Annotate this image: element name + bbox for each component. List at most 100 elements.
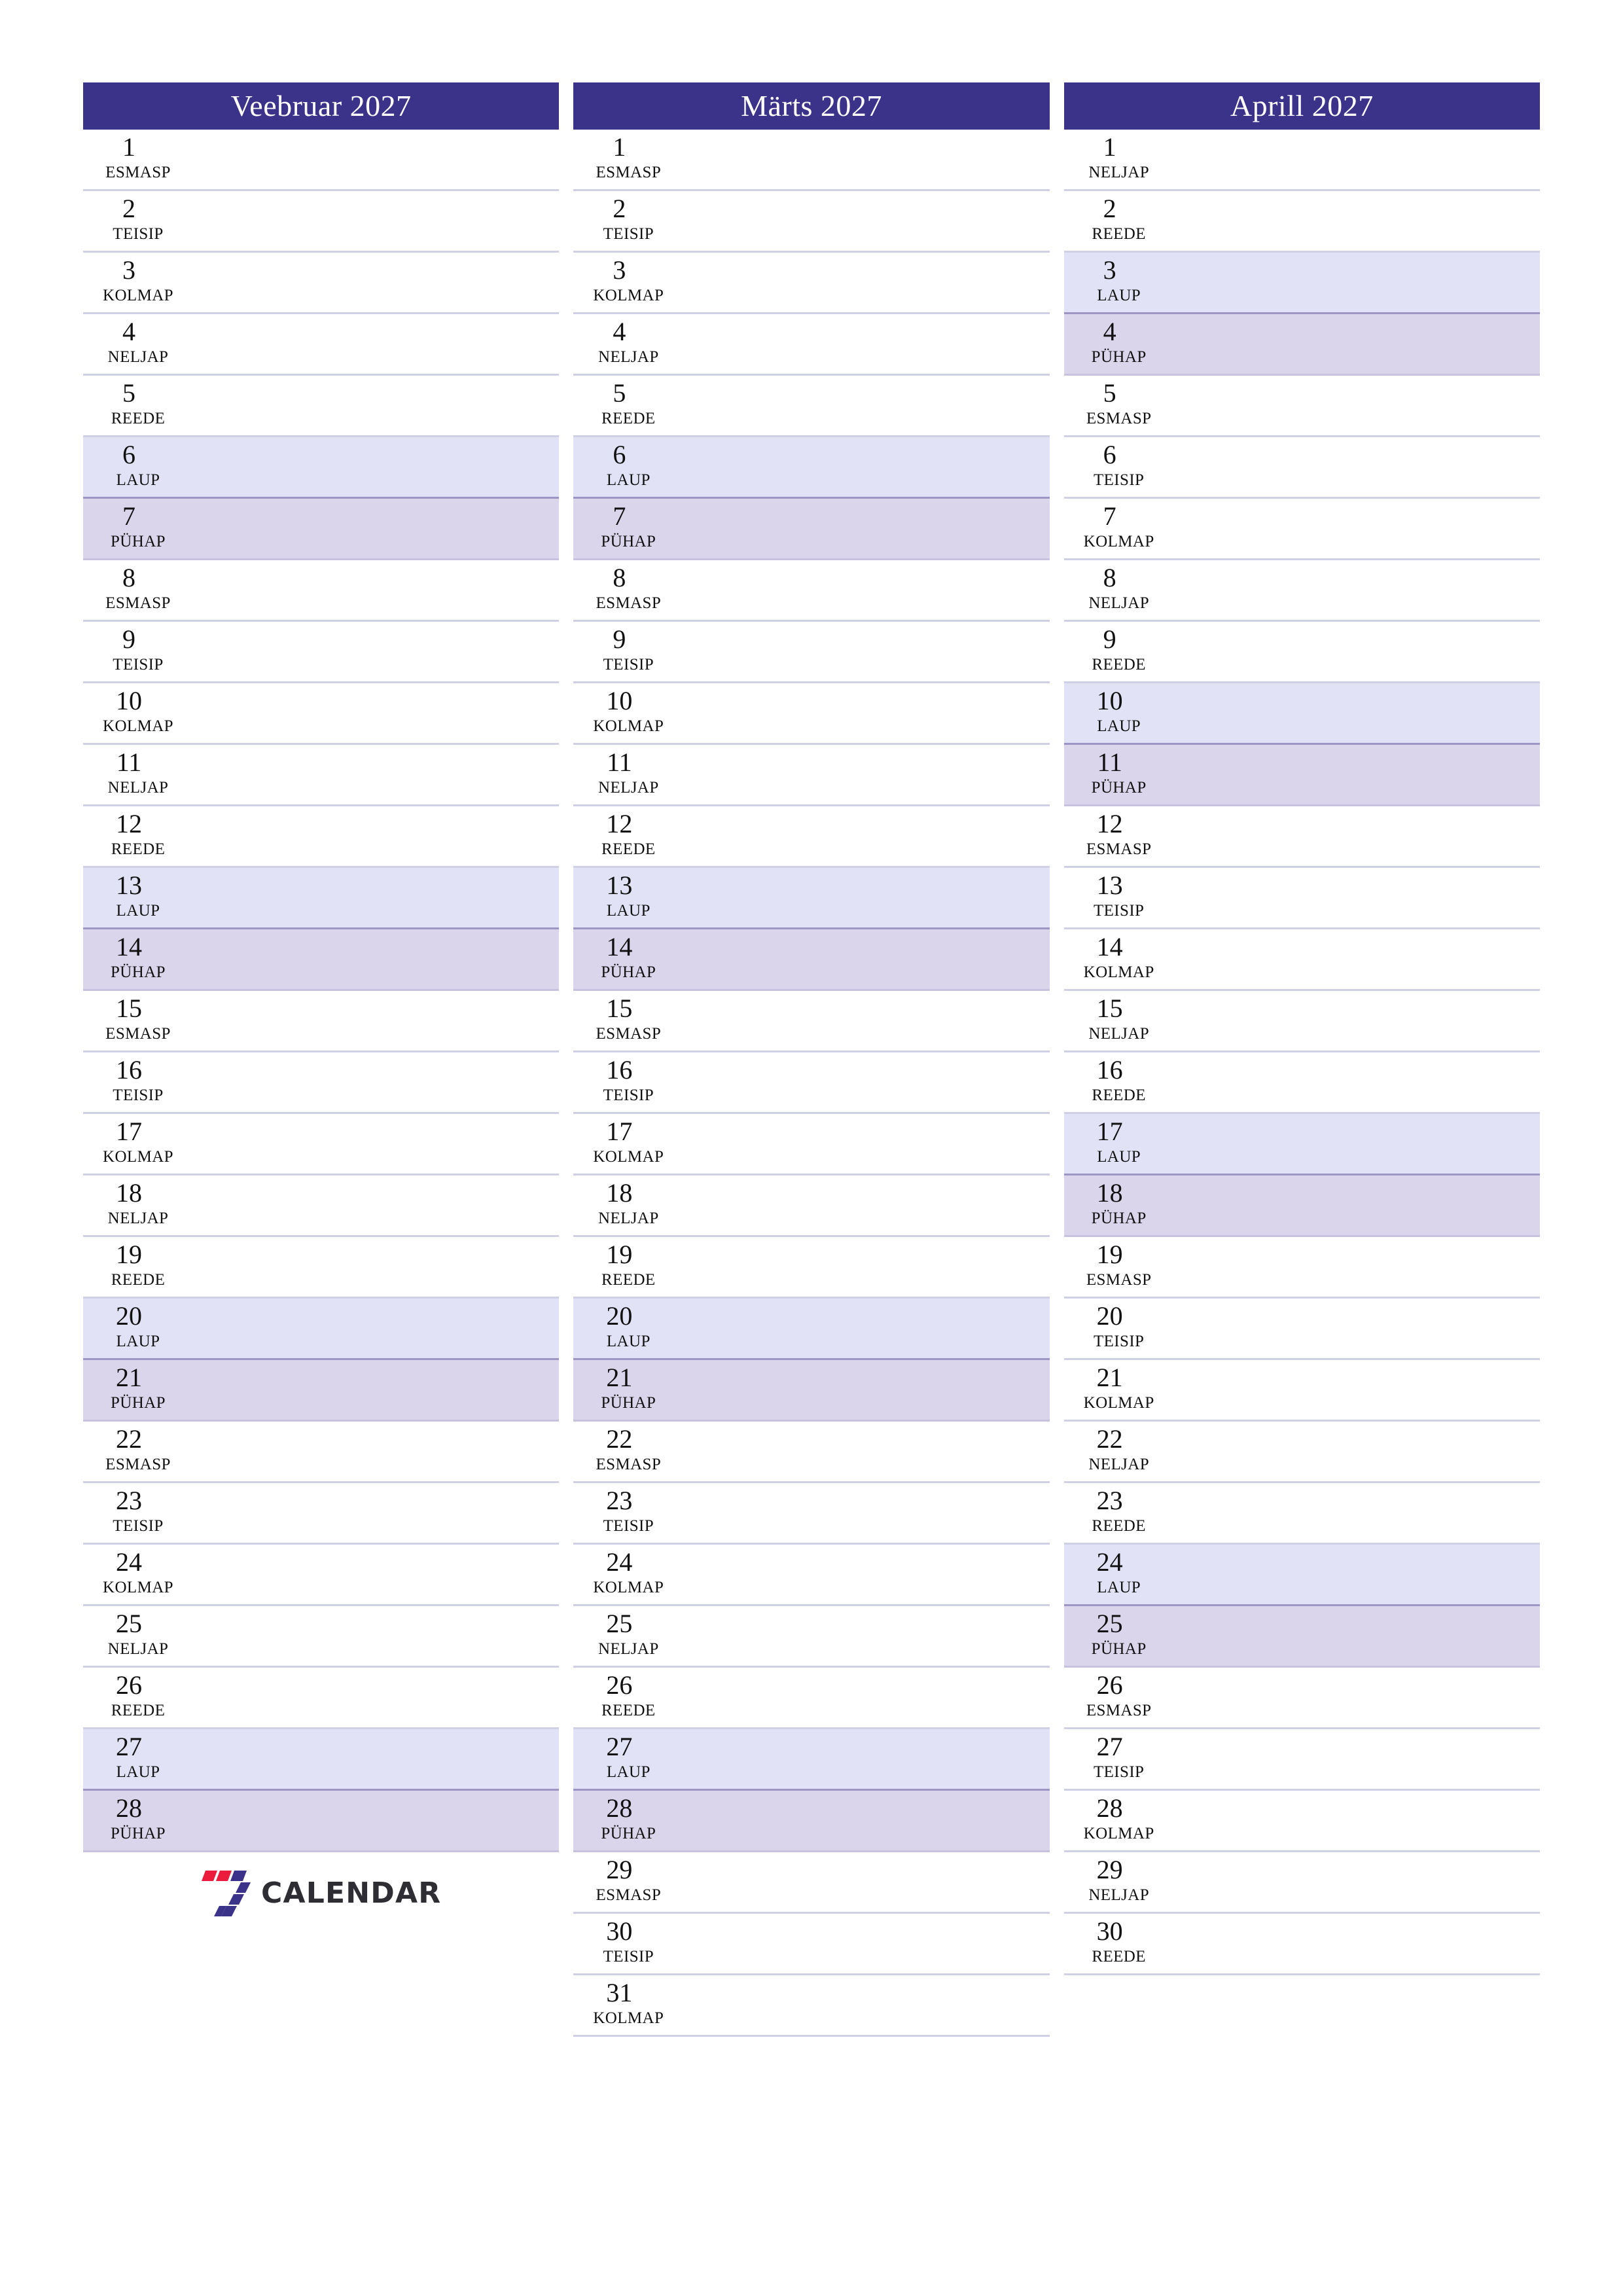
day-row[interactable]: 27 LAUP <box>573 1729 1050 1791</box>
day-row[interactable]: 1 ESMASP <box>573 130 1050 191</box>
day-row[interactable]: 13 TEISIP <box>1063 868 1540 929</box>
day-row[interactable]: 7 PÜHAP <box>83 499 560 560</box>
day-row[interactable]: 22 ESMASP <box>573 1422 1050 1483</box>
day-row[interactable]: 31 KOLMAP <box>573 1975 1050 2037</box>
day-row[interactable]: 4 PÜHAP <box>1063 314 1540 376</box>
day-row[interactable]: 20 TEISIP <box>1063 1299 1540 1360</box>
day-row[interactable]: 28 PÜHAP <box>573 1791 1050 1852</box>
day-row[interactable]: 20 LAUP <box>573 1299 1050 1360</box>
day-row[interactable]: 28 PÜHAP <box>83 1791 560 1852</box>
day-row[interactable]: 16 REEDE <box>1063 1052 1540 1114</box>
day-row[interactable]: 19 REEDE <box>573 1237 1050 1299</box>
day-row[interactable]: 18 PÜHAP <box>1063 1175 1540 1237</box>
day-row[interactable]: 25 NELJAP <box>83 1606 560 1668</box>
day-row[interactable]: 21 KOLMAP <box>1063 1360 1540 1422</box>
day-row[interactable]: 26 REEDE <box>573 1668 1050 1729</box>
day-row[interactable]: 2 TEISIP <box>573 191 1050 253</box>
day-number: 10 <box>606 686 633 715</box>
day-row[interactable]: 7 PÜHAP <box>573 499 1050 560</box>
day-row[interactable]: 4 NELJAP <box>573 314 1050 376</box>
day-row[interactable]: 26 ESMASP <box>1063 1668 1540 1729</box>
day-row[interactable]: 11 PÜHAP <box>1063 745 1540 806</box>
day-row[interactable]: 5 ESMASP <box>1063 376 1540 437</box>
day-row[interactable]: 3 LAUP <box>1063 253 1540 314</box>
day-row[interactable]: 29 ESMASP <box>573 1852 1050 1914</box>
day-row[interactable]: 8 NELJAP <box>1063 560 1540 622</box>
day-number: 25 <box>606 1609 633 1638</box>
day-row[interactable]: 14 KOLMAP <box>1063 929 1540 991</box>
day-row[interactable]: 18 NELJAP <box>83 1175 560 1237</box>
day-row[interactable]: 11 NELJAP <box>573 745 1050 806</box>
day-weekday-label: KOLMAP <box>1083 1394 1154 1412</box>
day-row[interactable]: 3 KOLMAP <box>83 253 560 314</box>
day-row[interactable]: 18 NELJAP <box>573 1175 1050 1237</box>
day-row[interactable]: 24 KOLMAP <box>83 1545 560 1606</box>
day-row[interactable]: 16 TEISIP <box>573 1052 1050 1114</box>
day-row[interactable]: 10 LAUP <box>1063 683 1540 745</box>
day-row[interactable]: 25 PÜHAP <box>1063 1606 1540 1668</box>
day-row[interactable]: 5 REEDE <box>83 376 560 437</box>
day-number: 1 <box>1103 132 1116 162</box>
day-row[interactable]: 5 REEDE <box>573 376 1050 437</box>
day-row[interactable]: 6 TEISIP <box>1063 437 1540 499</box>
day-row[interactable]: 22 NELJAP <box>1063 1422 1540 1483</box>
day-row[interactable]: 12 ESMASP <box>1063 806 1540 868</box>
day-row[interactable]: 3 KOLMAP <box>573 253 1050 314</box>
day-number: 16 <box>606 1055 633 1085</box>
day-row[interactable]: 10 KOLMAP <box>83 683 560 745</box>
day-row[interactable]: 26 REEDE <box>83 1668 560 1729</box>
day-row[interactable]: 12 REEDE <box>83 806 560 868</box>
day-row[interactable]: 20 LAUP <box>83 1299 560 1360</box>
brand-logo[interactable]: CALENDAR <box>201 1869 441 1918</box>
day-row[interactable]: 28 KOLMAP <box>1063 1791 1540 1852</box>
day-row[interactable]: 19 REEDE <box>83 1237 560 1299</box>
day-row[interactable]: 24 KOLMAP <box>573 1545 1050 1606</box>
day-row[interactable]: 24 LAUP <box>1063 1545 1540 1606</box>
day-row[interactable]: 21 PÜHAP <box>83 1360 560 1422</box>
day-row[interactable]: 11 NELJAP <box>83 745 560 806</box>
day-row[interactable]: 1 NELJAP <box>1063 130 1540 191</box>
day-row[interactable]: 13 LAUP <box>83 868 560 929</box>
day-number: 28 <box>1096 1793 1123 1823</box>
day-row[interactable]: 15 NELJAP <box>1063 991 1540 1052</box>
day-row[interactable]: 22 ESMASP <box>83 1422 560 1483</box>
day-row[interactable]: 29 NELJAP <box>1063 1852 1540 1914</box>
day-row[interactable]: 14 PÜHAP <box>573 929 1050 991</box>
day-row[interactable]: 25 NELJAP <box>573 1606 1050 1668</box>
day-row[interactable]: 27 LAUP <box>83 1729 560 1791</box>
day-row[interactable]: 23 TEISIP <box>573 1483 1050 1545</box>
day-row[interactable]: 16 TEISIP <box>83 1052 560 1114</box>
day-row[interactable]: 6 LAUP <box>573 437 1050 499</box>
day-row[interactable]: 2 TEISIP <box>83 191 560 253</box>
day-row[interactable]: 9 TEISIP <box>573 622 1050 683</box>
day-row[interactable]: 23 REEDE <box>1063 1483 1540 1545</box>
day-row[interactable]: 2 REEDE <box>1063 191 1540 253</box>
day-row[interactable]: 9 REEDE <box>1063 622 1540 683</box>
day-weekday-label: NELJAP <box>1088 594 1149 612</box>
day-number: 31 <box>606 1978 633 2007</box>
day-row[interactable]: 27 TEISIP <box>1063 1729 1540 1791</box>
day-row[interactable]: 7 KOLMAP <box>1063 499 1540 560</box>
day-row[interactable]: 30 TEISIP <box>573 1914 1050 1975</box>
day-row[interactable]: 19 ESMASP <box>1063 1237 1540 1299</box>
day-row[interactable]: 12 REEDE <box>573 806 1050 868</box>
day-row[interactable]: 23 TEISIP <box>83 1483 560 1545</box>
day-row[interactable]: 21 PÜHAP <box>573 1360 1050 1422</box>
day-row[interactable]: 17 KOLMAP <box>573 1114 1050 1175</box>
day-row[interactable]: 13 LAUP <box>573 868 1050 929</box>
day-row[interactable]: 15 ESMASP <box>573 991 1050 1052</box>
day-row[interactable]: 9 TEISIP <box>83 622 560 683</box>
day-row[interactable]: 4 NELJAP <box>83 314 560 376</box>
day-row[interactable]: 10 KOLMAP <box>573 683 1050 745</box>
day-row[interactable]: 17 LAUP <box>1063 1114 1540 1175</box>
day-row[interactable]: 15 ESMASP <box>83 991 560 1052</box>
day-row[interactable]: 1 ESMASP <box>83 130 560 191</box>
day-weekday-label: LAUP <box>606 902 651 920</box>
day-row[interactable]: 17 KOLMAP <box>83 1114 560 1175</box>
day-number: 21 <box>116 1363 142 1392</box>
day-row[interactable]: 30 REEDE <box>1063 1914 1540 1975</box>
day-row[interactable]: 14 PÜHAP <box>83 929 560 991</box>
day-row[interactable]: 6 LAUP <box>83 437 560 499</box>
day-row[interactable]: 8 ESMASP <box>83 560 560 622</box>
day-row[interactable]: 8 ESMASP <box>573 560 1050 622</box>
